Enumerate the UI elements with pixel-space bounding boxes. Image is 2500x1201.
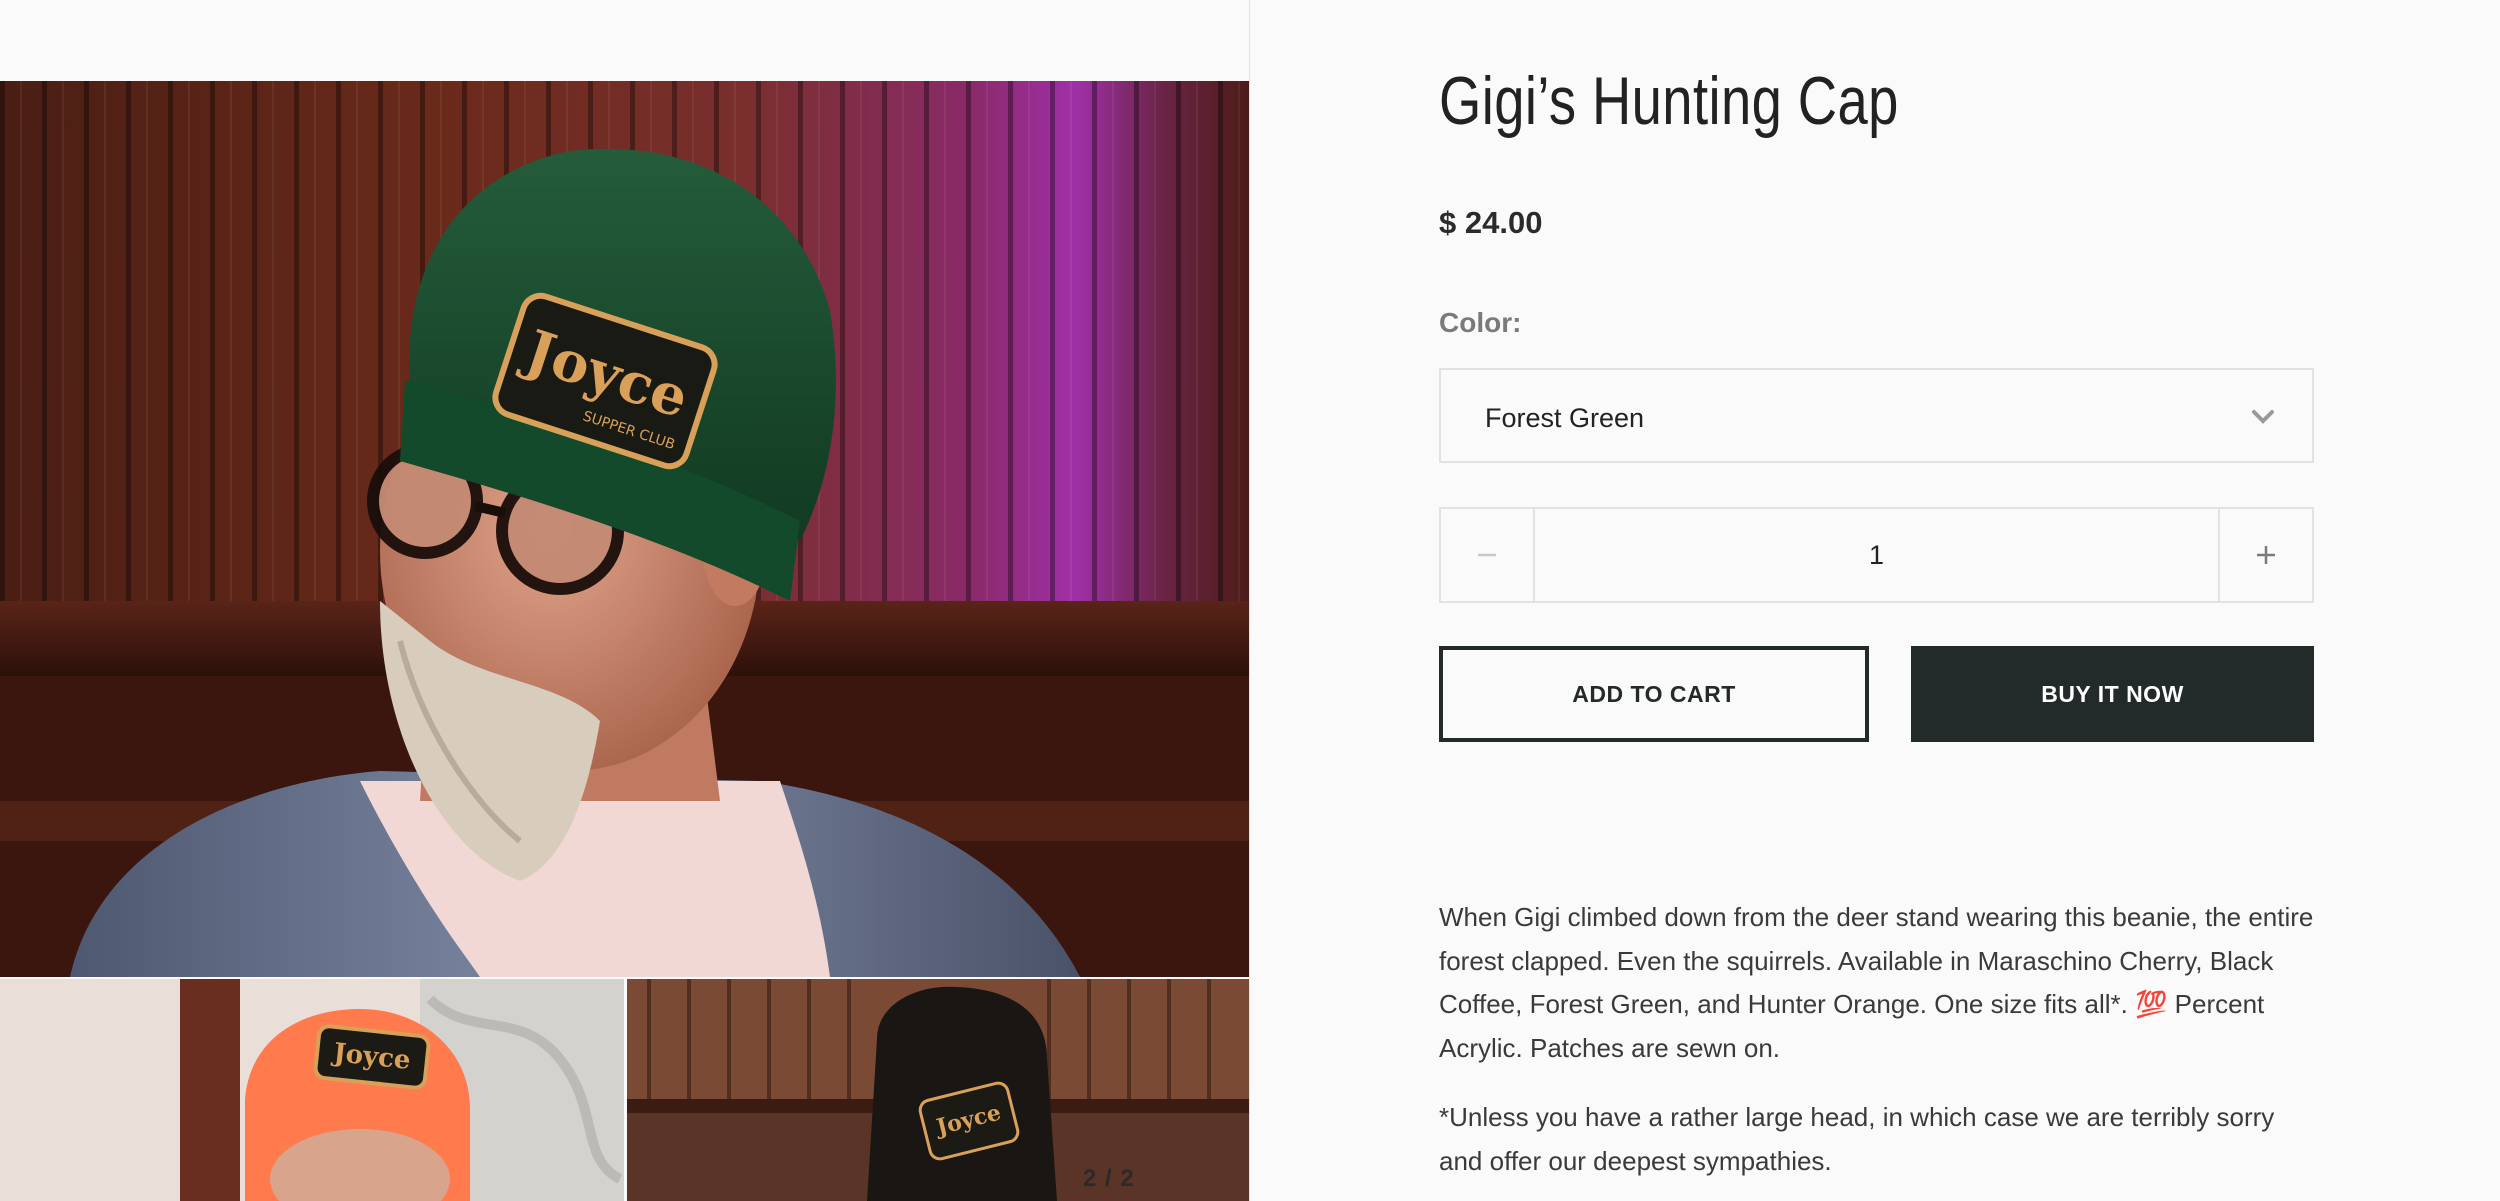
gallery-thumbnail-2[interactable]: Joyce xyxy=(627,979,1249,1201)
thumbnail-image: Joyce xyxy=(627,979,1249,1201)
minus-icon xyxy=(1478,553,1496,557)
product-description: When Gigi climbed down from the deer sta… xyxy=(1439,896,2314,1183)
main-photo-image: Joyce SUPPER CLUB xyxy=(0,81,1249,977)
main-product-photo[interactable]: Joyce SUPPER CLUB xyxy=(0,81,1249,977)
chevron-down-icon xyxy=(2252,410,2274,424)
gallery-counter: 2 / 2 xyxy=(1083,1165,1135,1192)
description-footnote: *Unless you have a rather large head, in… xyxy=(1439,1102,2275,1176)
buy-now-button[interactable]: BUY IT NOW xyxy=(1911,646,2314,742)
description-paragraph: When Gigi climbed down from the deer sta… xyxy=(1439,902,2314,1063)
thumbnail-image: Joyce xyxy=(0,979,624,1201)
color-select[interactable]: Forest Green xyxy=(1439,368,2314,463)
quantity-stepper: 1 xyxy=(1439,507,2314,603)
gallery-thumbnail-1[interactable]: Joyce xyxy=(0,979,624,1201)
product-title: Gigi’s Hunting Cap xyxy=(1439,63,1899,139)
quantity-input[interactable]: 1 xyxy=(1535,509,2218,601)
color-label: Color: xyxy=(1439,307,1522,338)
color-select-value: Forest Green xyxy=(1485,403,1645,433)
product-price: $ 24.00 xyxy=(1439,205,1543,240)
product-gallery: Joyce SUPPER CLUB Joyce Joyce 2 / 2 xyxy=(0,0,1250,1201)
plus-icon xyxy=(2257,546,2275,564)
increase-quantity-button[interactable] xyxy=(2218,509,2312,601)
add-to-cart-button[interactable]: ADD TO CART xyxy=(1439,646,1869,742)
decrease-quantity-button[interactable] xyxy=(1441,509,1535,601)
